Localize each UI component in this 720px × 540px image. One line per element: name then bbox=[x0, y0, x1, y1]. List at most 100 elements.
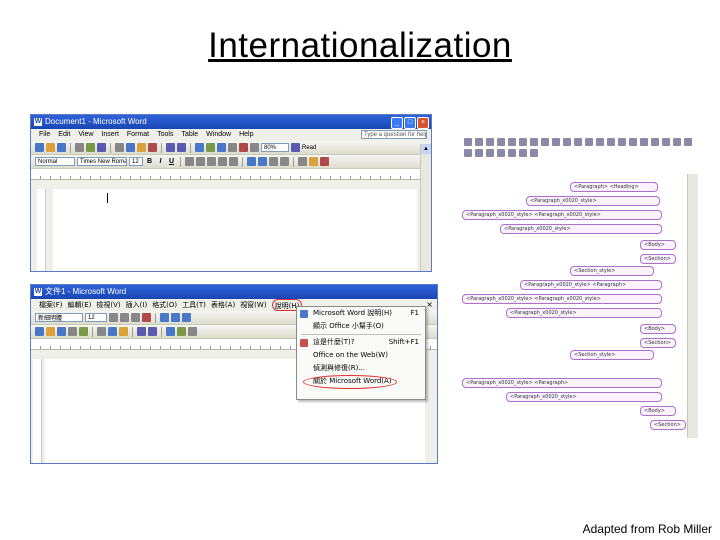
excel-icon[interactable] bbox=[177, 327, 186, 336]
undo-icon[interactable] bbox=[166, 143, 175, 152]
menu-table[interactable]: Table bbox=[181, 129, 198, 141]
menu-file[interactable]: File bbox=[39, 129, 50, 141]
border-icon[interactable] bbox=[298, 157, 307, 166]
menu-insert[interactable]: 插入(I) bbox=[126, 299, 148, 311]
hyperlink-icon[interactable] bbox=[195, 143, 204, 152]
tool-icon[interactable] bbox=[464, 149, 472, 157]
tool-icon[interactable] bbox=[585, 138, 593, 146]
menu-item-show-assistant[interactable]: 顯示 Office 小幫手(O) bbox=[297, 320, 425, 333]
tool-icon[interactable] bbox=[541, 138, 549, 146]
menu-item-about-word[interactable]: 關於 Microsoft Word(A) bbox=[297, 375, 425, 389]
tool-icon[interactable] bbox=[684, 138, 692, 146]
menu-item-whats-this[interactable]: 這是什麼(T)? Shift+F1 bbox=[297, 336, 425, 349]
menu-window[interactable]: Window bbox=[206, 129, 231, 141]
tool-icon[interactable] bbox=[607, 138, 615, 146]
highlight-icon[interactable] bbox=[309, 157, 318, 166]
justify-icon[interactable] bbox=[218, 157, 227, 166]
bullets-icon[interactable] bbox=[258, 157, 267, 166]
tool-icon[interactable] bbox=[486, 138, 494, 146]
open-folder-icon[interactable] bbox=[46, 143, 55, 152]
document-page[interactable] bbox=[53, 189, 417, 271]
scroll-up-icon[interactable]: ▲ bbox=[421, 144, 431, 154]
menu-edit[interactable]: Edit bbox=[58, 129, 70, 141]
tool-icon[interactable] bbox=[464, 138, 472, 146]
tool-icon[interactable] bbox=[673, 138, 681, 146]
tool-icon[interactable] bbox=[475, 138, 483, 146]
close-button[interactable]: × bbox=[417, 117, 429, 129]
read-button[interactable]: Read bbox=[302, 145, 316, 151]
tool-icon[interactable] bbox=[530, 149, 538, 157]
increase-indent-icon[interactable] bbox=[280, 157, 289, 166]
print-preview-icon[interactable] bbox=[86, 143, 95, 152]
format-painter-icon[interactable] bbox=[148, 143, 157, 152]
redo-icon[interactable] bbox=[148, 327, 157, 336]
horizontal-ruler[interactable] bbox=[31, 169, 431, 180]
vertical-scrollbar[interactable]: ▲ bbox=[420, 144, 431, 271]
bold-icon[interactable] bbox=[109, 313, 118, 322]
menu-file[interactable]: 檔案(F) bbox=[39, 299, 63, 311]
font-color-icon[interactable] bbox=[142, 313, 151, 322]
align-center-icon[interactable] bbox=[196, 157, 205, 166]
tool-icon[interactable] bbox=[574, 138, 582, 146]
help-icon[interactable] bbox=[291, 143, 300, 152]
menu-window[interactable]: 視窗(W) bbox=[240, 299, 266, 311]
print-preview-icon[interactable] bbox=[79, 327, 88, 336]
tool-icon[interactable] bbox=[486, 149, 494, 157]
help-question-input[interactable]: Type a question for help bbox=[361, 130, 427, 139]
menu-tools[interactable]: Tools bbox=[157, 129, 173, 141]
tool-icon[interactable] bbox=[497, 149, 505, 157]
bold-button[interactable]: B bbox=[145, 158, 154, 165]
tool-icon[interactable] bbox=[552, 138, 560, 146]
tool-icon[interactable] bbox=[563, 138, 571, 146]
menu-edit[interactable]: 編輯(E) bbox=[68, 299, 92, 311]
decrease-indent-icon[interactable] bbox=[269, 157, 278, 166]
save-icon[interactable] bbox=[57, 143, 66, 152]
show-hide-icon[interactable] bbox=[250, 143, 259, 152]
underline-icon[interactable] bbox=[131, 313, 140, 322]
menu-view[interactable]: 檢視(V) bbox=[96, 299, 120, 311]
tool-icon[interactable] bbox=[530, 138, 538, 146]
columns-icon[interactable] bbox=[228, 143, 237, 152]
drawing-icon[interactable] bbox=[239, 143, 248, 152]
tool-icon[interactable] bbox=[596, 138, 604, 146]
tool-icon[interactable] bbox=[640, 138, 648, 146]
menu-item-word-help[interactable]: Microsoft Word 說明(H) F1 bbox=[297, 307, 425, 320]
paste-icon[interactable] bbox=[137, 143, 146, 152]
copy-icon[interactable] bbox=[126, 143, 135, 152]
style-combo[interactable]: Normal bbox=[35, 157, 75, 166]
copy-icon[interactable] bbox=[108, 327, 117, 336]
italic-icon[interactable] bbox=[120, 313, 129, 322]
tool-icon[interactable] bbox=[508, 149, 516, 157]
font-size-combo[interactable]: 12 bbox=[129, 157, 143, 166]
align-center-icon[interactable] bbox=[171, 313, 180, 322]
print-icon[interactable] bbox=[68, 327, 77, 336]
numbering-icon[interactable] bbox=[247, 157, 256, 166]
tool-icon[interactable] bbox=[519, 149, 527, 157]
tool-icon[interactable] bbox=[651, 138, 659, 146]
menu-item-office-on-web[interactable]: Office on the Web(W) bbox=[297, 349, 425, 362]
cut-icon[interactable] bbox=[97, 327, 106, 336]
cut-icon[interactable] bbox=[115, 143, 124, 152]
vertical-scrollbar[interactable] bbox=[687, 174, 698, 438]
save-icon[interactable] bbox=[57, 327, 66, 336]
font-color-icon[interactable] bbox=[320, 157, 329, 166]
table-icon[interactable] bbox=[166, 327, 175, 336]
new-document-icon[interactable] bbox=[35, 327, 44, 336]
menu-view[interactable]: View bbox=[78, 129, 93, 141]
align-right-icon[interactable] bbox=[182, 313, 191, 322]
align-right-icon[interactable] bbox=[207, 157, 216, 166]
menu-help[interactable]: Help bbox=[239, 129, 253, 141]
minimize-button[interactable]: _ bbox=[391, 117, 403, 129]
tool-icon[interactable] bbox=[618, 138, 626, 146]
menu-format[interactable]: 格式(O) bbox=[152, 299, 177, 311]
tool-icon[interactable] bbox=[662, 138, 670, 146]
font-size-combo[interactable]: 12 bbox=[85, 313, 107, 322]
line-spacing-icon[interactable] bbox=[229, 157, 238, 166]
paste-icon[interactable] bbox=[119, 327, 128, 336]
menu-format[interactable]: Format bbox=[127, 129, 149, 141]
excel-icon[interactable] bbox=[217, 143, 226, 152]
print-icon[interactable] bbox=[75, 143, 84, 152]
tool-icon[interactable] bbox=[475, 149, 483, 157]
italic-button[interactable]: I bbox=[156, 158, 165, 165]
tool-icon[interactable] bbox=[629, 138, 637, 146]
